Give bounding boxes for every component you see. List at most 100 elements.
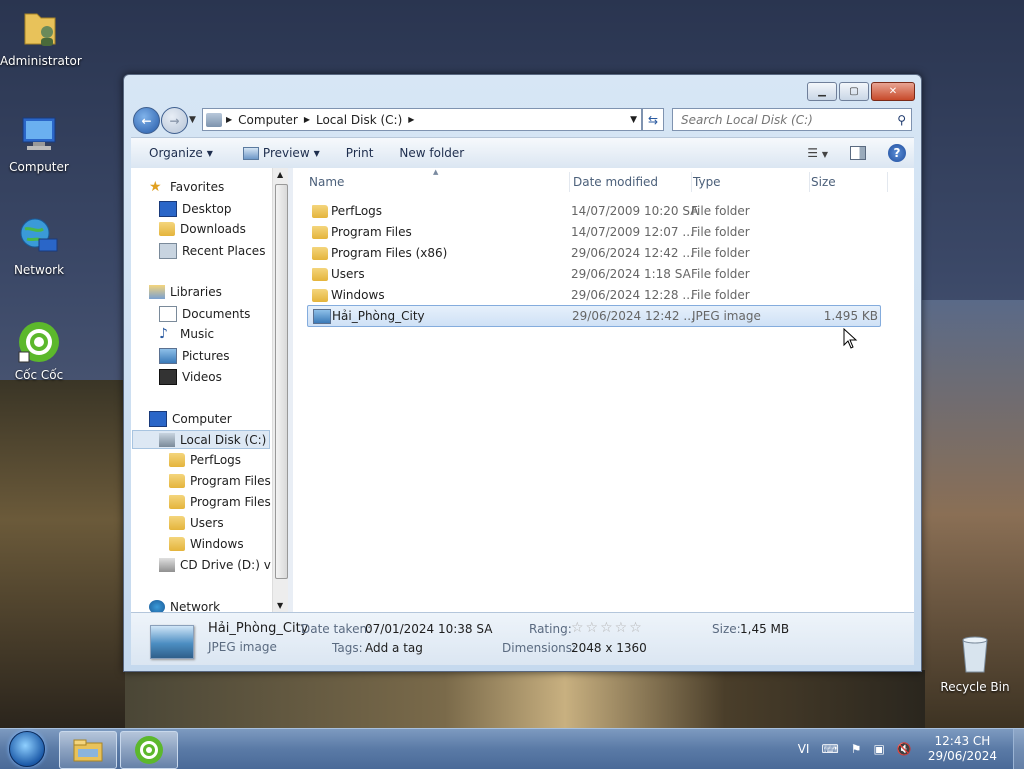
folder-icon xyxy=(169,516,185,530)
nav-computer[interactable]: Computer xyxy=(149,411,232,427)
nav-users[interactable]: Users xyxy=(169,516,224,530)
taskbar-coccoc-button[interactable] xyxy=(120,731,178,769)
nav-videos[interactable]: Videos xyxy=(159,369,222,385)
nav-pictures[interactable]: Pictures xyxy=(159,348,230,364)
image-file-icon xyxy=(313,308,331,324)
new-folder-button[interactable]: New folder xyxy=(381,146,472,160)
file-type: File folder xyxy=(691,204,750,218)
scroll-down-icon[interactable]: ▼ xyxy=(277,601,283,610)
breadcrumb-separator[interactable]: ▶ xyxy=(304,115,310,124)
desktop-icon-label: Network xyxy=(13,263,65,277)
rating-label: Rating: xyxy=(529,622,572,636)
nav-program-files-x86[interactable]: Program Files ( xyxy=(169,495,271,509)
file-row[interactable]: PerfLogs 14/07/2009 10:20 SA File folder xyxy=(307,201,879,221)
print-button[interactable]: Print xyxy=(328,146,382,160)
nav-label: Windows xyxy=(190,537,244,551)
folder-icon xyxy=(312,246,328,260)
desktop-icon-computer[interactable]: Computer xyxy=(0,112,78,174)
minimize-button[interactable]: ▁ xyxy=(807,82,837,101)
drive-icon xyxy=(159,432,175,447)
preview-button[interactable]: Preview ▼ xyxy=(221,146,328,160)
size-value: 1,45 MB xyxy=(740,622,790,636)
nav-perflogs[interactable]: PerfLogs xyxy=(169,453,241,467)
language-indicator[interactable]: VI xyxy=(798,742,810,756)
help-button[interactable]: ? xyxy=(888,144,906,162)
desktop-icon-coccoc[interactable]: Cốc Cốc xyxy=(0,320,78,382)
tags-value[interactable]: Add a tag xyxy=(365,641,423,655)
clock-time: 12:43 CH xyxy=(934,734,991,748)
preview-pane-button[interactable] xyxy=(850,146,866,160)
chevron-down-icon: ▼ xyxy=(313,148,320,158)
file-date: 14/07/2009 12:07 ... xyxy=(571,225,694,239)
recent-pages-dropdown[interactable]: ▼ xyxy=(189,115,196,125)
nav-downloads[interactable]: Downloads xyxy=(159,222,246,236)
file-row-selected[interactable]: Hải_Phòng_City 29/06/2024 12:42 ... JPEG… xyxy=(307,305,881,327)
date-taken-value[interactable]: 07/01/2024 10:38 SA xyxy=(365,622,492,636)
address-history-dropdown[interactable]: ▼ xyxy=(630,115,637,125)
back-button[interactable]: ← xyxy=(133,107,160,134)
arrow-right-icon: → xyxy=(169,113,180,128)
nav-cd-drive[interactable]: CD Drive (D:) virt xyxy=(159,558,271,572)
taskbar-explorer-button[interactable] xyxy=(59,731,117,769)
nav-program-files[interactable]: Program Files xyxy=(169,474,271,488)
nav-libraries[interactable]: Libraries xyxy=(149,285,222,299)
column-header-type[interactable]: Type xyxy=(689,172,810,192)
maximize-button[interactable]: ▢ xyxy=(839,82,869,101)
file-row[interactable]: Users 29/06/2024 1:18 SA File folder xyxy=(307,264,879,284)
nav-documents[interactable]: Documents xyxy=(159,306,250,322)
action-center-flag-icon[interactable]: ⚑ xyxy=(851,742,862,756)
dimensions-label: Dimensions: xyxy=(502,641,577,655)
nav-music[interactable]: ♪ Music xyxy=(159,327,214,341)
file-thumbnail xyxy=(150,625,194,659)
close-button[interactable]: ✕ xyxy=(871,82,915,101)
explorer-content: ★ Favorites Desktop Downloads Recent Plac… xyxy=(131,168,914,612)
desktop-icon-administrator[interactable]: Administrator xyxy=(0,6,82,68)
column-header-date[interactable]: Date modified xyxy=(569,172,692,192)
nav-windows[interactable]: Windows xyxy=(169,537,244,551)
file-name: Program Files xyxy=(331,225,412,239)
print-label: Print xyxy=(345,146,374,160)
nav-network[interactable]: Network xyxy=(149,600,220,612)
desktop-icon-network[interactable]: Network xyxy=(0,215,78,277)
refresh-button[interactable]: ⇆ xyxy=(642,108,664,131)
file-row[interactable]: Program Files 14/07/2009 12:07 ... File … xyxy=(307,222,879,242)
explorer-folder-icon xyxy=(73,739,103,762)
show-desktop-button[interactable] xyxy=(1013,729,1024,769)
breadcrumb-computer[interactable]: Computer xyxy=(238,113,298,127)
breadcrumb-local-disk[interactable]: Local Disk (C:) xyxy=(316,113,402,127)
preview-label: Preview xyxy=(262,146,310,160)
keyboard-icon[interactable]: ⌨ xyxy=(821,742,838,756)
search-box[interactable]: ⚲ xyxy=(672,108,912,131)
start-button[interactable] xyxy=(4,729,50,769)
address-bar[interactable]: ▶ Computer ▶ Local Disk (C:) ▶ ▼ xyxy=(202,108,642,131)
nav-local-disk[interactable]: Local Disk (C:) xyxy=(132,430,270,449)
recent-places-icon xyxy=(159,243,177,259)
scroll-thumb[interactable] xyxy=(275,184,288,579)
file-row[interactable]: Program Files (x86) 29/06/2024 12:42 ...… xyxy=(307,243,879,263)
arrow-left-icon: ← xyxy=(141,113,152,128)
search-input[interactable] xyxy=(679,111,888,128)
clock[interactable]: 12:43 CH 29/06/2024 xyxy=(928,734,997,764)
file-type: File folder xyxy=(691,225,750,239)
nav-desktop[interactable]: Desktop xyxy=(159,201,232,217)
forward-button[interactable]: → xyxy=(161,107,188,134)
breadcrumb-separator[interactable]: ▶ xyxy=(408,115,414,124)
network-tray-icon[interactable]: ▣ xyxy=(874,742,885,756)
change-view-button[interactable]: ☰ ▼ xyxy=(807,146,828,160)
organize-button[interactable]: Organize ▼ xyxy=(131,146,221,160)
breadcrumb-separator[interactable]: ▶ xyxy=(226,115,232,124)
navpane-scrollbar[interactable]: ▲ ▼ xyxy=(272,168,289,612)
nav-favorites[interactable]: ★ Favorites xyxy=(149,180,224,194)
rating-stars[interactable]: ☆☆☆☆☆ xyxy=(571,620,644,636)
column-header-name[interactable]: Name xyxy=(307,172,570,192)
scroll-up-icon[interactable]: ▲ xyxy=(277,170,283,179)
tags-label: Tags: xyxy=(332,641,363,655)
recycle-bin-icon xyxy=(953,632,997,676)
nav-label: Program Files xyxy=(190,474,271,488)
volume-muted-icon[interactable]: 🔇 xyxy=(897,742,912,756)
file-row[interactable]: Windows 29/06/2024 12:28 ... File folder xyxy=(307,285,879,305)
column-header-size[interactable]: Size xyxy=(807,172,888,192)
taskbar: VI ⌨ ⚑ ▣ 🔇 12:43 CH 29/06/2024 xyxy=(0,728,1024,769)
desktop-icon-recycle-bin[interactable]: Recycle Bin xyxy=(936,632,1014,694)
nav-recent-places[interactable]: Recent Places xyxy=(159,243,265,259)
